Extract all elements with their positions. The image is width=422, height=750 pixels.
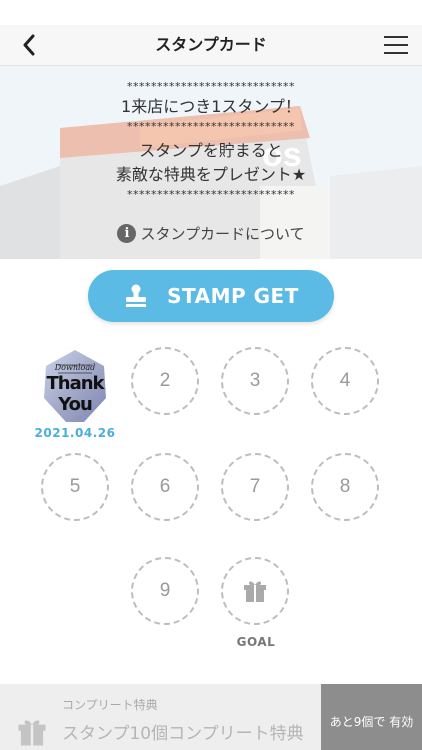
stamp-icon bbox=[126, 284, 147, 307]
menu-icon-bar bbox=[384, 52, 408, 54]
stamp-image-text-1: Thank bbox=[46, 373, 104, 394]
remaining-badge-text: あと9個で 有効 bbox=[329, 715, 414, 729]
stamp-slot-2: 2 bbox=[131, 347, 199, 415]
stamp-1-date: 2021.04.26 bbox=[34, 426, 116, 440]
complete-reward-title: スタンプ10個コンプリート特典 bbox=[62, 724, 304, 744]
menu-button[interactable] bbox=[382, 31, 410, 59]
stamp-image-text-top: Download bbox=[54, 363, 96, 372]
page-title: スタンプカード bbox=[155, 35, 267, 54]
stamp-slot-7: 7 bbox=[221, 453, 289, 521]
stamp-slot-3: 3 bbox=[221, 347, 289, 415]
hero-line-3: 素敵な特典をプレゼント★ bbox=[115, 165, 307, 184]
menu-icon-bar bbox=[384, 44, 408, 46]
about-stamp-card-link[interactable]: i スタンプカードについて bbox=[0, 221, 422, 245]
remaining-badge: あと9個で 有効 bbox=[321, 684, 422, 750]
gift-icon bbox=[244, 581, 266, 602]
stamp-slot-9: 9 bbox=[131, 557, 199, 625]
stamp-image-text-2: You bbox=[58, 394, 93, 415]
stamp-get-label: STAMP GET bbox=[167, 284, 299, 308]
about-link-label: スタンプカードについて bbox=[140, 224, 305, 243]
hero-line-1: 1来店につき1スタンプ！ bbox=[121, 97, 301, 116]
goal-label: GOAL bbox=[236, 635, 276, 649]
info-icon: i bbox=[117, 223, 137, 243]
gift-icon bbox=[18, 720, 46, 746]
stars-divider: **************************** bbox=[127, 120, 295, 133]
stamp-slot-6: 6 bbox=[131, 453, 199, 521]
stars-divider: **************************** bbox=[127, 80, 295, 93]
complete-reward-label: コンプリート特典 bbox=[62, 698, 158, 712]
stamp-slot-5: 5 bbox=[41, 453, 109, 521]
stars-divider: **************************** bbox=[127, 188, 295, 201]
stamp-slot-4: 4 bbox=[311, 347, 379, 415]
stamp-slot-8: 8 bbox=[311, 453, 379, 521]
menu-icon-bar bbox=[384, 36, 408, 38]
app-header: スタンプカード bbox=[0, 25, 422, 66]
stamp-1-thank-you: Download Thank You bbox=[40, 346, 110, 426]
stamp-slot-goal bbox=[221, 557, 289, 625]
hero-banner: os **************************** 1来店につき1ス… bbox=[0, 66, 422, 259]
status-area bbox=[0, 0, 422, 25]
hero-line-2: スタンプを貯まると bbox=[139, 141, 283, 160]
hero-text: **************************** 1来店につき1スタンプ… bbox=[0, 80, 422, 202]
stamp-get-button[interactable]: STAMP GET bbox=[88, 270, 334, 322]
